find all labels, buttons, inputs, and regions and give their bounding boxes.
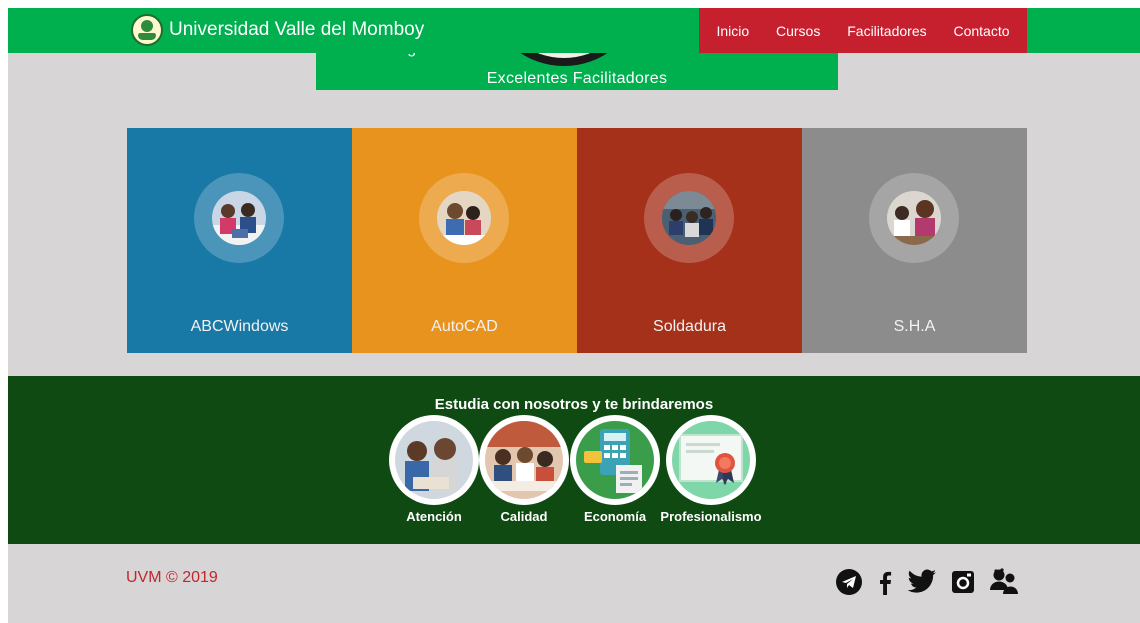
users-icon[interactable] [989,568,1019,601]
course-grid: ABCWindows AutoCAD Soldadura S.H.A [127,128,1027,353]
nav-contacto[interactable]: Contacto [953,23,1009,39]
benefit-photo-frame [666,415,756,505]
twitter-icon[interactable] [907,569,937,600]
course-photo-ring [644,173,734,263]
course-card-abcwindows[interactable]: ABCWindows [127,128,352,353]
top-navbar: Universidad Valle del Momboy Inicio Curs… [8,8,1140,53]
benefit-economia: Economía [570,415,660,524]
benefits-heading: Estudia con nosotros y te brindaremos [434,396,714,413]
course-card-sha[interactable]: S.H.A [802,128,1027,353]
course-photo [887,191,941,245]
telegram-icon[interactable] [835,568,863,601]
benefit-photo [576,421,654,499]
brand-title: Universidad Valle del Momboy [169,18,425,40]
instagram-icon[interactable] [951,570,975,599]
benefit-photo [395,421,473,499]
course-card-soldadura[interactable]: Soldadura [577,128,802,353]
social-links [835,568,1033,601]
hero-subtitle: Excelentes Facilitadores [486,70,668,87]
course-photo [437,191,491,245]
copyright-text: UVM © 2019 [126,569,218,586]
page: Vanguardia Excelentes Facilitadores Univ… [8,8,1140,623]
course-photo [662,191,716,245]
brand[interactable]: Universidad Valle del Momboy [131,13,424,46]
benefit-label: Profesionalismo [660,509,762,524]
course-photo-ring [194,173,284,263]
certificate-icon [672,421,750,499]
facebook-icon[interactable] [877,569,893,600]
benefit-calidad: Calidad [479,415,569,524]
benefit-photo-frame [570,415,660,505]
nav-inicio[interactable]: Inicio [716,23,749,39]
course-label: Soldadura [653,318,726,335]
university-logo-icon [131,13,163,46]
course-label: S.H.A [893,318,936,335]
benefit-photo-frame [479,415,569,505]
nav-facilitadores[interactable]: Facilitadores [847,23,926,39]
course-card-autocad[interactable]: AutoCAD [352,128,577,353]
benefit-atencion: Atención [389,415,479,524]
course-photo-ring [419,173,509,263]
benefit-photo [485,421,563,499]
course-label: ABCWindows [190,318,289,335]
course-photo [212,191,266,245]
benefits-section: Estudia con nosotros y te brindaremos At… [8,376,1140,544]
course-label: AutoCAD [431,318,498,335]
nav-cursos[interactable]: Cursos [776,23,820,39]
nav-menu: Inicio Cursos Facilitadores Contacto [699,8,1027,53]
course-photo-ring [869,173,959,263]
benefit-profesionalismo: Profesionalismo [660,415,762,524]
benefit-photo-frame [389,415,479,505]
